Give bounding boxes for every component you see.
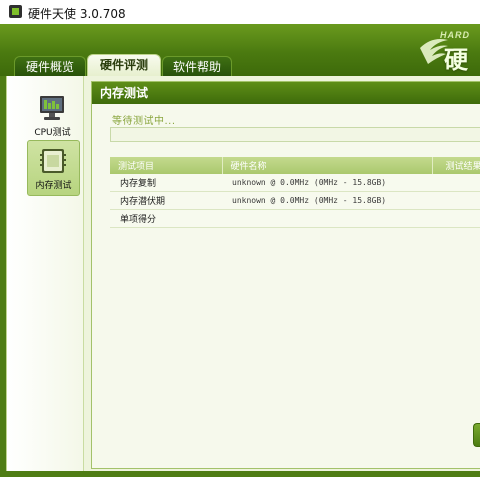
memory-chip-icon [40, 149, 66, 173]
cell-hardware-name: unknown @ 0.0MHz (0MHz - 15.8GB) [222, 174, 432, 192]
cell-test-result [432, 191, 480, 210]
sidebar-item-memory-test[interactable]: 内存测试 [27, 140, 80, 196]
cell-hardware-name: unknown @ 0.0MHz (0MHz - 15.8GB) [222, 191, 432, 210]
sidebar: CPU测试 内存测试 [7, 76, 84, 471]
monitor-icon [40, 96, 64, 120]
title-bar: 硬件天使 3.0.708 [0, 0, 480, 25]
table-row[interactable]: 内存复制 unknown @ 0.0MHz (0MHz - 15.8GB) [110, 174, 480, 192]
panel-title: 内存测试 [92, 82, 480, 104]
memory-test-panel: 内存测试 等待测试中... 测试项目 硬件名称 测试结果 内存复制 unknow… [91, 81, 480, 469]
cell-test-result [432, 174, 480, 192]
tab-hardware-benchmark[interactable]: 硬件评测 [87, 54, 161, 77]
table-row[interactable]: 内存潜伏期 unknown @ 0.0MHz (0MHz - 15.8GB) [110, 191, 480, 210]
start-test-button[interactable] [473, 423, 480, 447]
app-icon [9, 5, 22, 18]
cell-test-result [432, 209, 480, 228]
cell-test-item: 内存复制 [110, 174, 222, 192]
header-band: HARD 硬 硬件概览 硬件评测 软件帮助 [0, 24, 480, 77]
column-header-hardware-name[interactable]: 硬件名称 [222, 157, 433, 174]
cell-test-item: 单项得分 [110, 209, 222, 228]
window-title: 硬件天使 3.0.708 [28, 7, 126, 21]
status-text: 等待测试中... [112, 116, 176, 127]
logo-text-top: HARD [440, 30, 470, 40]
result-table: 测试项目 硬件名称 测试结果 内存复制 unknown @ 0.0MHz (0M… [110, 157, 480, 228]
table-row[interactable]: 单项得分 [110, 209, 480, 228]
app-logo: HARD 硬 [418, 30, 480, 74]
cell-test-item: 内存潜伏期 [110, 191, 222, 210]
content-area: CPU测试 内存测试 内存测试 等待测试中... 测试项目 硬件名称 测试结果 … [6, 76, 480, 471]
sidebar-item-label: 内存测试 [35, 181, 72, 191]
table-header-row: 测试项目 硬件名称 测试结果 [110, 157, 480, 174]
cell-hardware-name [222, 209, 432, 228]
sidebar-item-cpu-test[interactable]: CPU测试 [27, 88, 78, 142]
logo-text-main: 硬 [444, 47, 468, 74]
sidebar-item-label: CPU测试 [34, 128, 71, 138]
progress-bar [110, 127, 480, 142]
column-header-test-result[interactable]: 测试结果 [432, 157, 480, 174]
column-header-test-item[interactable]: 测试项目 [110, 157, 223, 174]
tab-hardware-overview[interactable]: 硬件概览 [14, 56, 86, 77]
tab-software-help[interactable]: 软件帮助 [162, 56, 232, 77]
app-window: HARD 硬 硬件概览 硬件评测 软件帮助 CPU测试 内存测试 内存测试 等待… [0, 24, 480, 477]
